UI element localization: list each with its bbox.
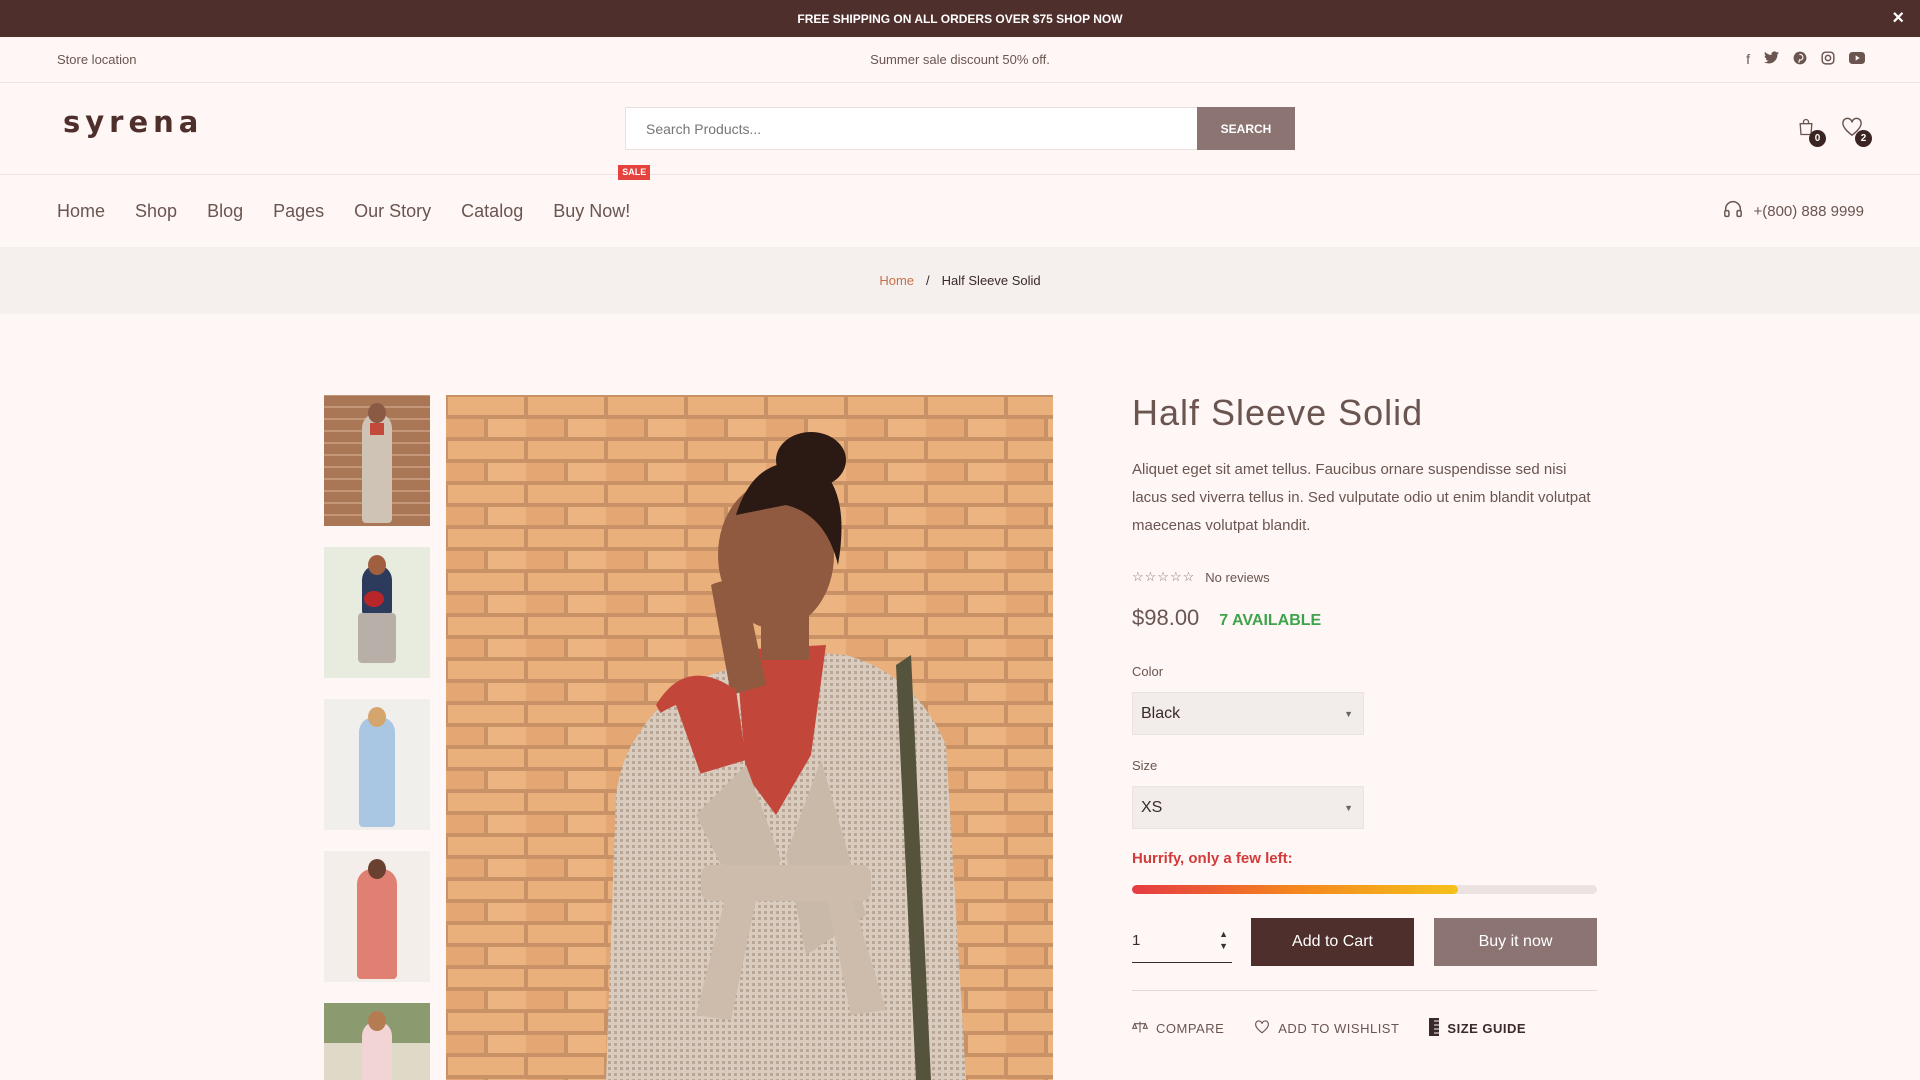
heart-icon [1254, 1020, 1270, 1037]
ruler-icon [1429, 1018, 1440, 1039]
cart-count-badge: 0 [1809, 130, 1826, 147]
wishlist-icon[interactable]: 2 [1840, 115, 1872, 147]
announcement-bar: FREE SHIPPING ON ALL ORDERS OVER $75 SHO… [0, 0, 1920, 37]
close-icon[interactable]: × [1892, 6, 1904, 30]
headphones-icon [1723, 200, 1743, 222]
quantity-stepper[interactable]: 1 ▲ ▼ [1132, 918, 1232, 963]
compare-button[interactable]: COMPARE [1131, 1018, 1225, 1039]
color-select[interactable]: Black ▼ [1132, 692, 1364, 735]
header: syrena SEARCH 0 2 [0, 83, 1920, 175]
size-guide-label: SIZE GUIDE [1447, 1021, 1527, 1036]
product-rating[interactable]: ☆☆☆☆☆ No reviews [1132, 569, 1270, 585]
stock-availability: 7 AVAILABLE [1219, 612, 1322, 629]
product-description: Aliquet eget sit amet tellus. Faucibus o… [1132, 461, 1591, 534]
add-to-wishlist-label: ADD TO WISHLIST [1278, 1021, 1400, 1036]
nav-item-buy-now[interactable]: Buy Now! SALE [553, 164, 651, 222]
quantity-value[interactable]: 1 [1132, 932, 1140, 949]
thumbnail-5[interactable] [324, 1003, 430, 1080]
divider [1132, 990, 1597, 991]
wishlist-count-badge: 2 [1855, 130, 1872, 147]
top-bar: Store location Summer sale discount 50% … [0, 37, 1920, 83]
buy-now-button[interactable]: Buy it now [1434, 918, 1597, 966]
price-row: $98.00 7 AVAILABLE [1132, 605, 1321, 631]
main-product-image[interactable] [446, 395, 1053, 1080]
search-input[interactable] [625, 107, 1197, 150]
announcement-text[interactable]: FREE SHIPPING ON ALL ORDERS OVER $75 SHO… [797, 12, 1122, 26]
header-icons: 0 2 [1794, 115, 1872, 147]
nav-item-blog[interactable]: Blog [207, 201, 243, 222]
add-to-cart-button[interactable]: Add to Cart [1251, 918, 1414, 966]
thumbnail-gallery [324, 395, 430, 1080]
product-title: Half Sleeve Solid [1132, 392, 1424, 433]
nav-item-home[interactable]: Home [57, 201, 105, 222]
nav-item-our-story[interactable]: Our Story [354, 201, 431, 222]
product-price: $98.00 [1132, 605, 1200, 630]
phone-contact[interactable]: +(800) 888 9999 [1723, 175, 1864, 247]
pinterest-icon[interactable] [1793, 51, 1807, 68]
review-count: No reviews [1205, 569, 1270, 585]
nav-item-shop[interactable]: Shop [135, 201, 177, 222]
logo[interactable]: syrena [63, 105, 203, 139]
scale-icon [1131, 1020, 1149, 1037]
social-links: f [1746, 51, 1865, 68]
cart-icon[interactable]: 0 [1794, 115, 1826, 147]
breadcrumb-current: Half Sleeve Solid [941, 273, 1041, 288]
sale-badge: SALE [618, 164, 651, 180]
promo-text: Summer sale discount 50% off. [870, 52, 1050, 67]
chevron-down-icon: ▼ [1344, 802, 1353, 813]
breadcrumb-home[interactable]: Home [879, 273, 914, 288]
thumbnail-2[interactable] [324, 547, 430, 678]
breadcrumb: Home / Half Sleeve Solid [0, 247, 1920, 314]
product-actions: COMPARE ADD TO WISHLIST SIZE GUIDE [1131, 1018, 1526, 1039]
instagram-icon[interactable] [1821, 51, 1835, 68]
search-form: SEARCH [625, 107, 1295, 150]
stock-progress-fill [1132, 885, 1458, 894]
size-guide-button[interactable]: SIZE GUIDE [1429, 1018, 1526, 1039]
quantity-arrows: ▲ ▼ [1219, 930, 1228, 951]
breadcrumb-separator: / [926, 273, 930, 288]
thumbnail-1[interactable] [324, 395, 430, 526]
decrement-icon[interactable]: ▼ [1219, 942, 1228, 951]
nav-item-catalog[interactable]: Catalog [461, 201, 523, 222]
twitter-icon[interactable] [1764, 51, 1779, 68]
compare-label: COMPARE [1156, 1021, 1225, 1036]
color-label: Color [1132, 664, 1164, 679]
thumbnail-3[interactable] [324, 699, 430, 830]
low-stock-message: Hurrify, only a few left: [1132, 850, 1293, 867]
size-select-value: XS [1141, 798, 1163, 816]
nav-item-pages[interactable]: Pages [273, 201, 324, 222]
facebook-icon[interactable]: f [1746, 51, 1750, 68]
star-rating-icon: ☆☆☆☆☆ [1132, 569, 1196, 584]
add-to-wishlist-button[interactable]: ADD TO WISHLIST [1254, 1018, 1399, 1039]
color-select-value: Black [1141, 704, 1181, 722]
chevron-down-icon: ▼ [1344, 708, 1353, 719]
nav-item-buy-now-label: Buy Now! [553, 200, 631, 221]
main-nav: Home Shop Blog Pages Our Story Catalog B… [0, 164, 1920, 247]
thumbnail-4[interactable] [324, 851, 430, 982]
size-label: Size [1132, 758, 1158, 773]
increment-icon[interactable]: ▲ [1219, 930, 1228, 939]
stock-progress-bar [1132, 885, 1597, 894]
youtube-icon[interactable] [1849, 51, 1865, 68]
search-button[interactable]: SEARCH [1197, 107, 1295, 150]
size-select[interactable]: XS ▼ [1132, 786, 1364, 829]
phone-number: +(800) 888 9999 [1753, 202, 1864, 220]
